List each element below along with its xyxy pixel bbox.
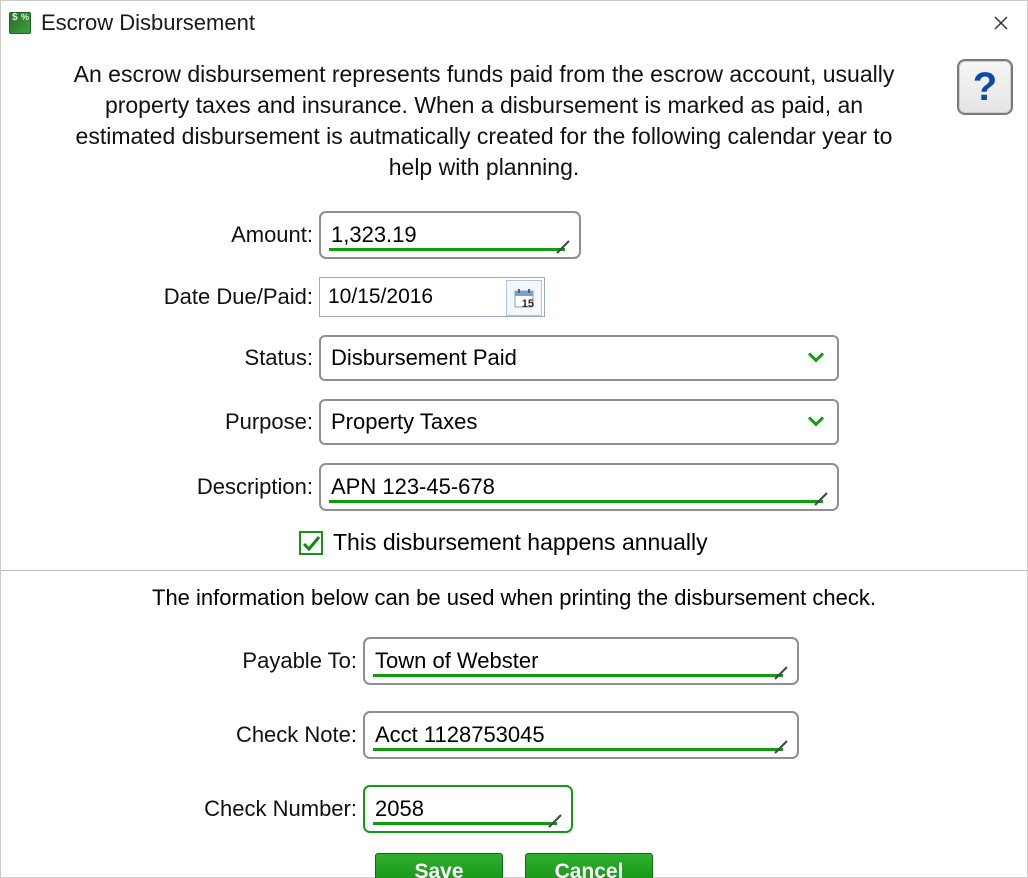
amount-label: Amount:	[1, 222, 319, 248]
description-value: APN 123-45-678	[331, 474, 495, 500]
row-annual: This disbursement happens annually	[299, 529, 1027, 556]
cancel-button[interactable]: Cancel	[525, 853, 653, 878]
calendar-icon	[513, 287, 535, 309]
checknote-label: Check Note:	[1, 722, 363, 748]
payable-label: Payable To:	[1, 648, 363, 674]
row-purpose: Purpose: Property Taxes	[1, 399, 1027, 445]
check-form: Payable To: Town of Webster Check Note: …	[1, 637, 1027, 878]
escrow-disbursement-dialog: Escrow Disbursement ? An escrow disburse…	[0, 0, 1028, 878]
input-underline	[373, 822, 557, 825]
window-title: Escrow Disbursement	[41, 10, 255, 36]
checknote-value: Acct 1128753045	[375, 722, 545, 748]
chevron-down-icon	[807, 343, 825, 369]
pen-icon	[773, 661, 791, 679]
close-button[interactable]	[981, 7, 1021, 39]
calendar-button[interactable]	[506, 280, 542, 316]
help-icon: ?	[973, 67, 997, 107]
date-value: 10/15/2016	[328, 285, 433, 309]
save-button-label: Save	[414, 860, 463, 878]
checknum-label: Check Number:	[1, 796, 363, 822]
amount-value: 1,323.19	[331, 222, 417, 248]
disbursement-form: Amount: 1,323.19 Date Due/Paid: 10/15/20…	[1, 211, 1027, 556]
description-input[interactable]: APN 123-45-678	[319, 463, 839, 511]
row-date: Date Due/Paid: 10/15/2016 15	[1, 277, 1027, 317]
annual-checkbox-label: This disbursement happens annually	[333, 529, 708, 556]
pen-icon	[547, 809, 565, 827]
input-underline	[373, 674, 783, 677]
help-button[interactable]: ?	[957, 59, 1013, 115]
check-number-input[interactable]: 2058	[363, 785, 573, 833]
input-underline	[373, 748, 783, 751]
pen-icon	[773, 735, 791, 753]
payable-value: Town of Webster	[375, 648, 538, 674]
check-info-heading: The information below can be used when p…	[61, 585, 967, 611]
check-note-input[interactable]: Acct 1128753045	[363, 711, 799, 759]
input-underline	[329, 248, 565, 251]
payable-to-input[interactable]: Town of Webster	[363, 637, 799, 685]
close-icon	[993, 15, 1009, 31]
section-divider	[1, 570, 1027, 571]
row-checknote: Check Note: Acct 1128753045	[1, 711, 1027, 759]
titlebar: Escrow Disbursement	[1, 1, 1027, 45]
row-description: Description: APN 123-45-678	[1, 463, 1027, 511]
date-label: Date Due/Paid:	[1, 284, 319, 310]
annual-checkbox[interactable]	[299, 531, 323, 555]
input-underline	[329, 500, 823, 503]
purpose-label: Purpose:	[1, 409, 319, 435]
row-status: Status: Disbursement Paid	[1, 335, 1027, 381]
chevron-down-icon	[807, 407, 825, 433]
purpose-value: Property Taxes	[331, 409, 477, 435]
status-value: Disbursement Paid	[331, 345, 517, 371]
pen-icon	[813, 487, 831, 505]
check-icon	[301, 533, 321, 553]
cancel-button-label: Cancel	[555, 860, 624, 878]
dialog-buttons: Save Cancel	[1, 853, 1027, 878]
checknum-value: 2058	[375, 796, 424, 822]
row-payable: Payable To: Town of Webster	[1, 637, 1027, 685]
status-label: Status:	[1, 345, 319, 371]
row-amount: Amount: 1,323.19	[1, 211, 1027, 259]
amount-input[interactable]: 1,323.19	[319, 211, 581, 259]
date-input[interactable]: 10/15/2016 15	[319, 277, 545, 317]
save-button[interactable]: Save	[375, 853, 503, 878]
pen-icon	[555, 235, 573, 253]
explainer-text: An escrow disbursement represents funds …	[61, 59, 907, 183]
purpose-dropdown[interactable]: Property Taxes	[319, 399, 839, 445]
app-icon	[9, 12, 31, 34]
description-label: Description:	[1, 474, 319, 500]
status-dropdown[interactable]: Disbursement Paid	[319, 335, 839, 381]
row-checknum: Check Number: 2058	[1, 785, 1027, 833]
